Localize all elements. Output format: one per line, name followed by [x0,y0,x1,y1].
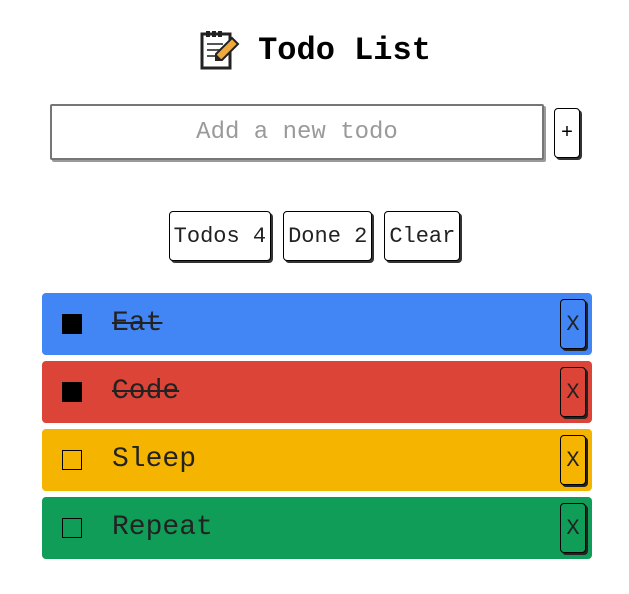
todos-count-button[interactable]: Todos 4 [168,211,272,261]
delete-todo-button[interactable]: X [560,503,586,553]
add-todo-button[interactable]: + [554,108,580,158]
todo-checkbox[interactable] [62,382,82,402]
filter-bar: Todos 4 Done 2 Clear [0,211,629,261]
todo-checkbox[interactable] [62,518,82,538]
todo-item: Sleep X [42,429,592,491]
todo-item: Repeat X [42,497,592,559]
todo-item: Eat X [42,293,592,355]
delete-todo-button[interactable]: X [560,435,586,485]
memo-pencil-icon [198,28,242,72]
new-todo-input[interactable] [50,104,544,160]
done-count-button[interactable]: Done 2 [283,211,373,261]
clear-button[interactable]: Clear [384,211,461,261]
todo-text: Eat [112,308,163,339]
todo-app: Todo List + Todos 4 Done 2 Clear Eat X C… [0,0,629,594]
todo-text: Code [112,376,180,407]
todo-checkbox[interactable] [62,450,82,470]
todo-text: Sleep [112,444,197,475]
todo-list: Eat X Code X Sleep X Repeat X [42,293,592,565]
delete-todo-button[interactable]: X [560,367,586,417]
page-title: Todo List [258,31,431,69]
delete-todo-button[interactable]: X [560,299,586,349]
todo-text: Repeat [112,512,213,543]
todo-item: Code X [42,361,592,423]
todo-checkbox[interactable] [62,314,82,334]
header: Todo List [0,22,629,78]
